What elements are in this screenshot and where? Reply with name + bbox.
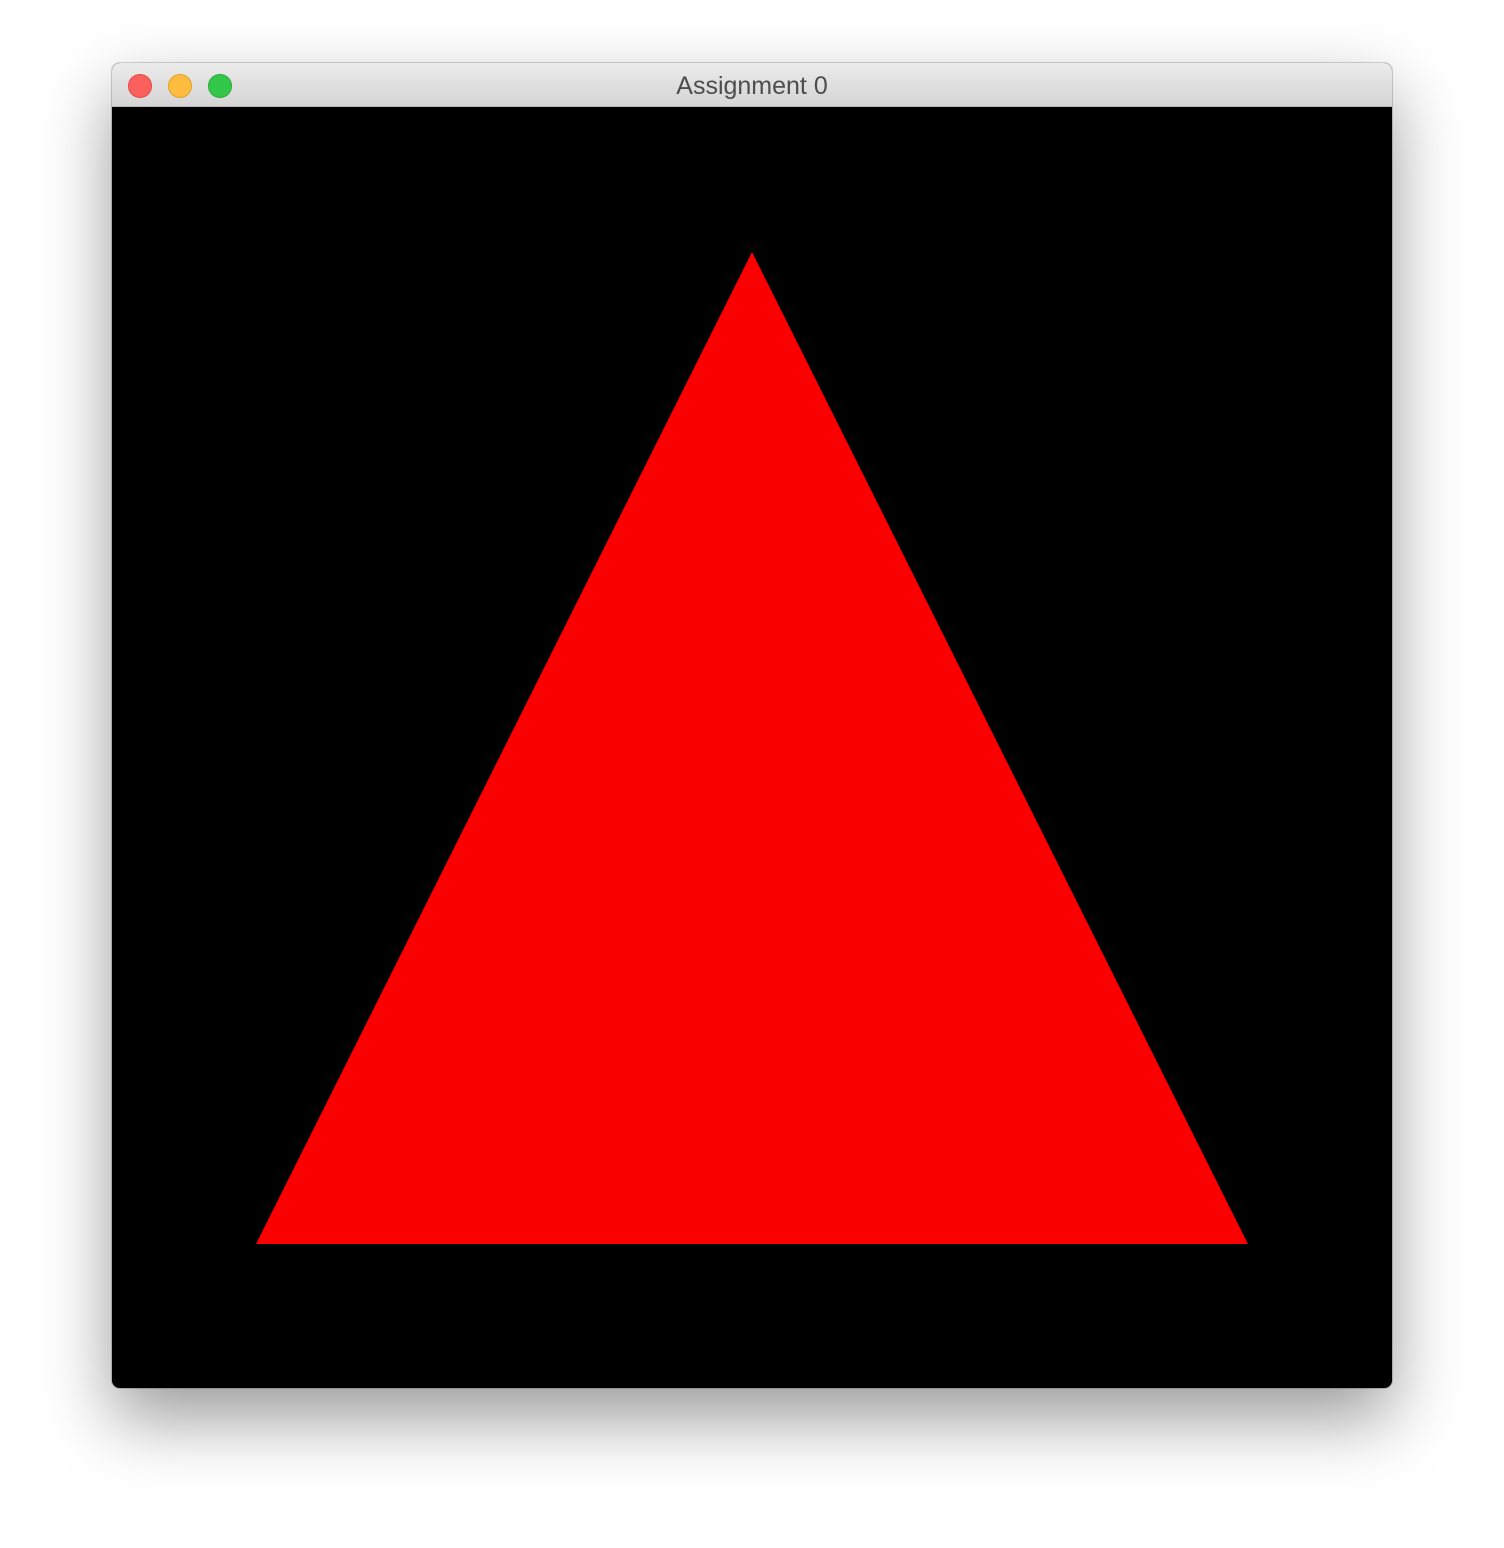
window-title: Assignment 0	[676, 72, 828, 100]
render-canvas[interactable]	[112, 108, 1392, 1388]
title-bar[interactable]: Assignment 0	[112, 63, 1392, 107]
canvas-svg	[112, 108, 1392, 1388]
app-window: Assignment 0	[112, 63, 1392, 1388]
